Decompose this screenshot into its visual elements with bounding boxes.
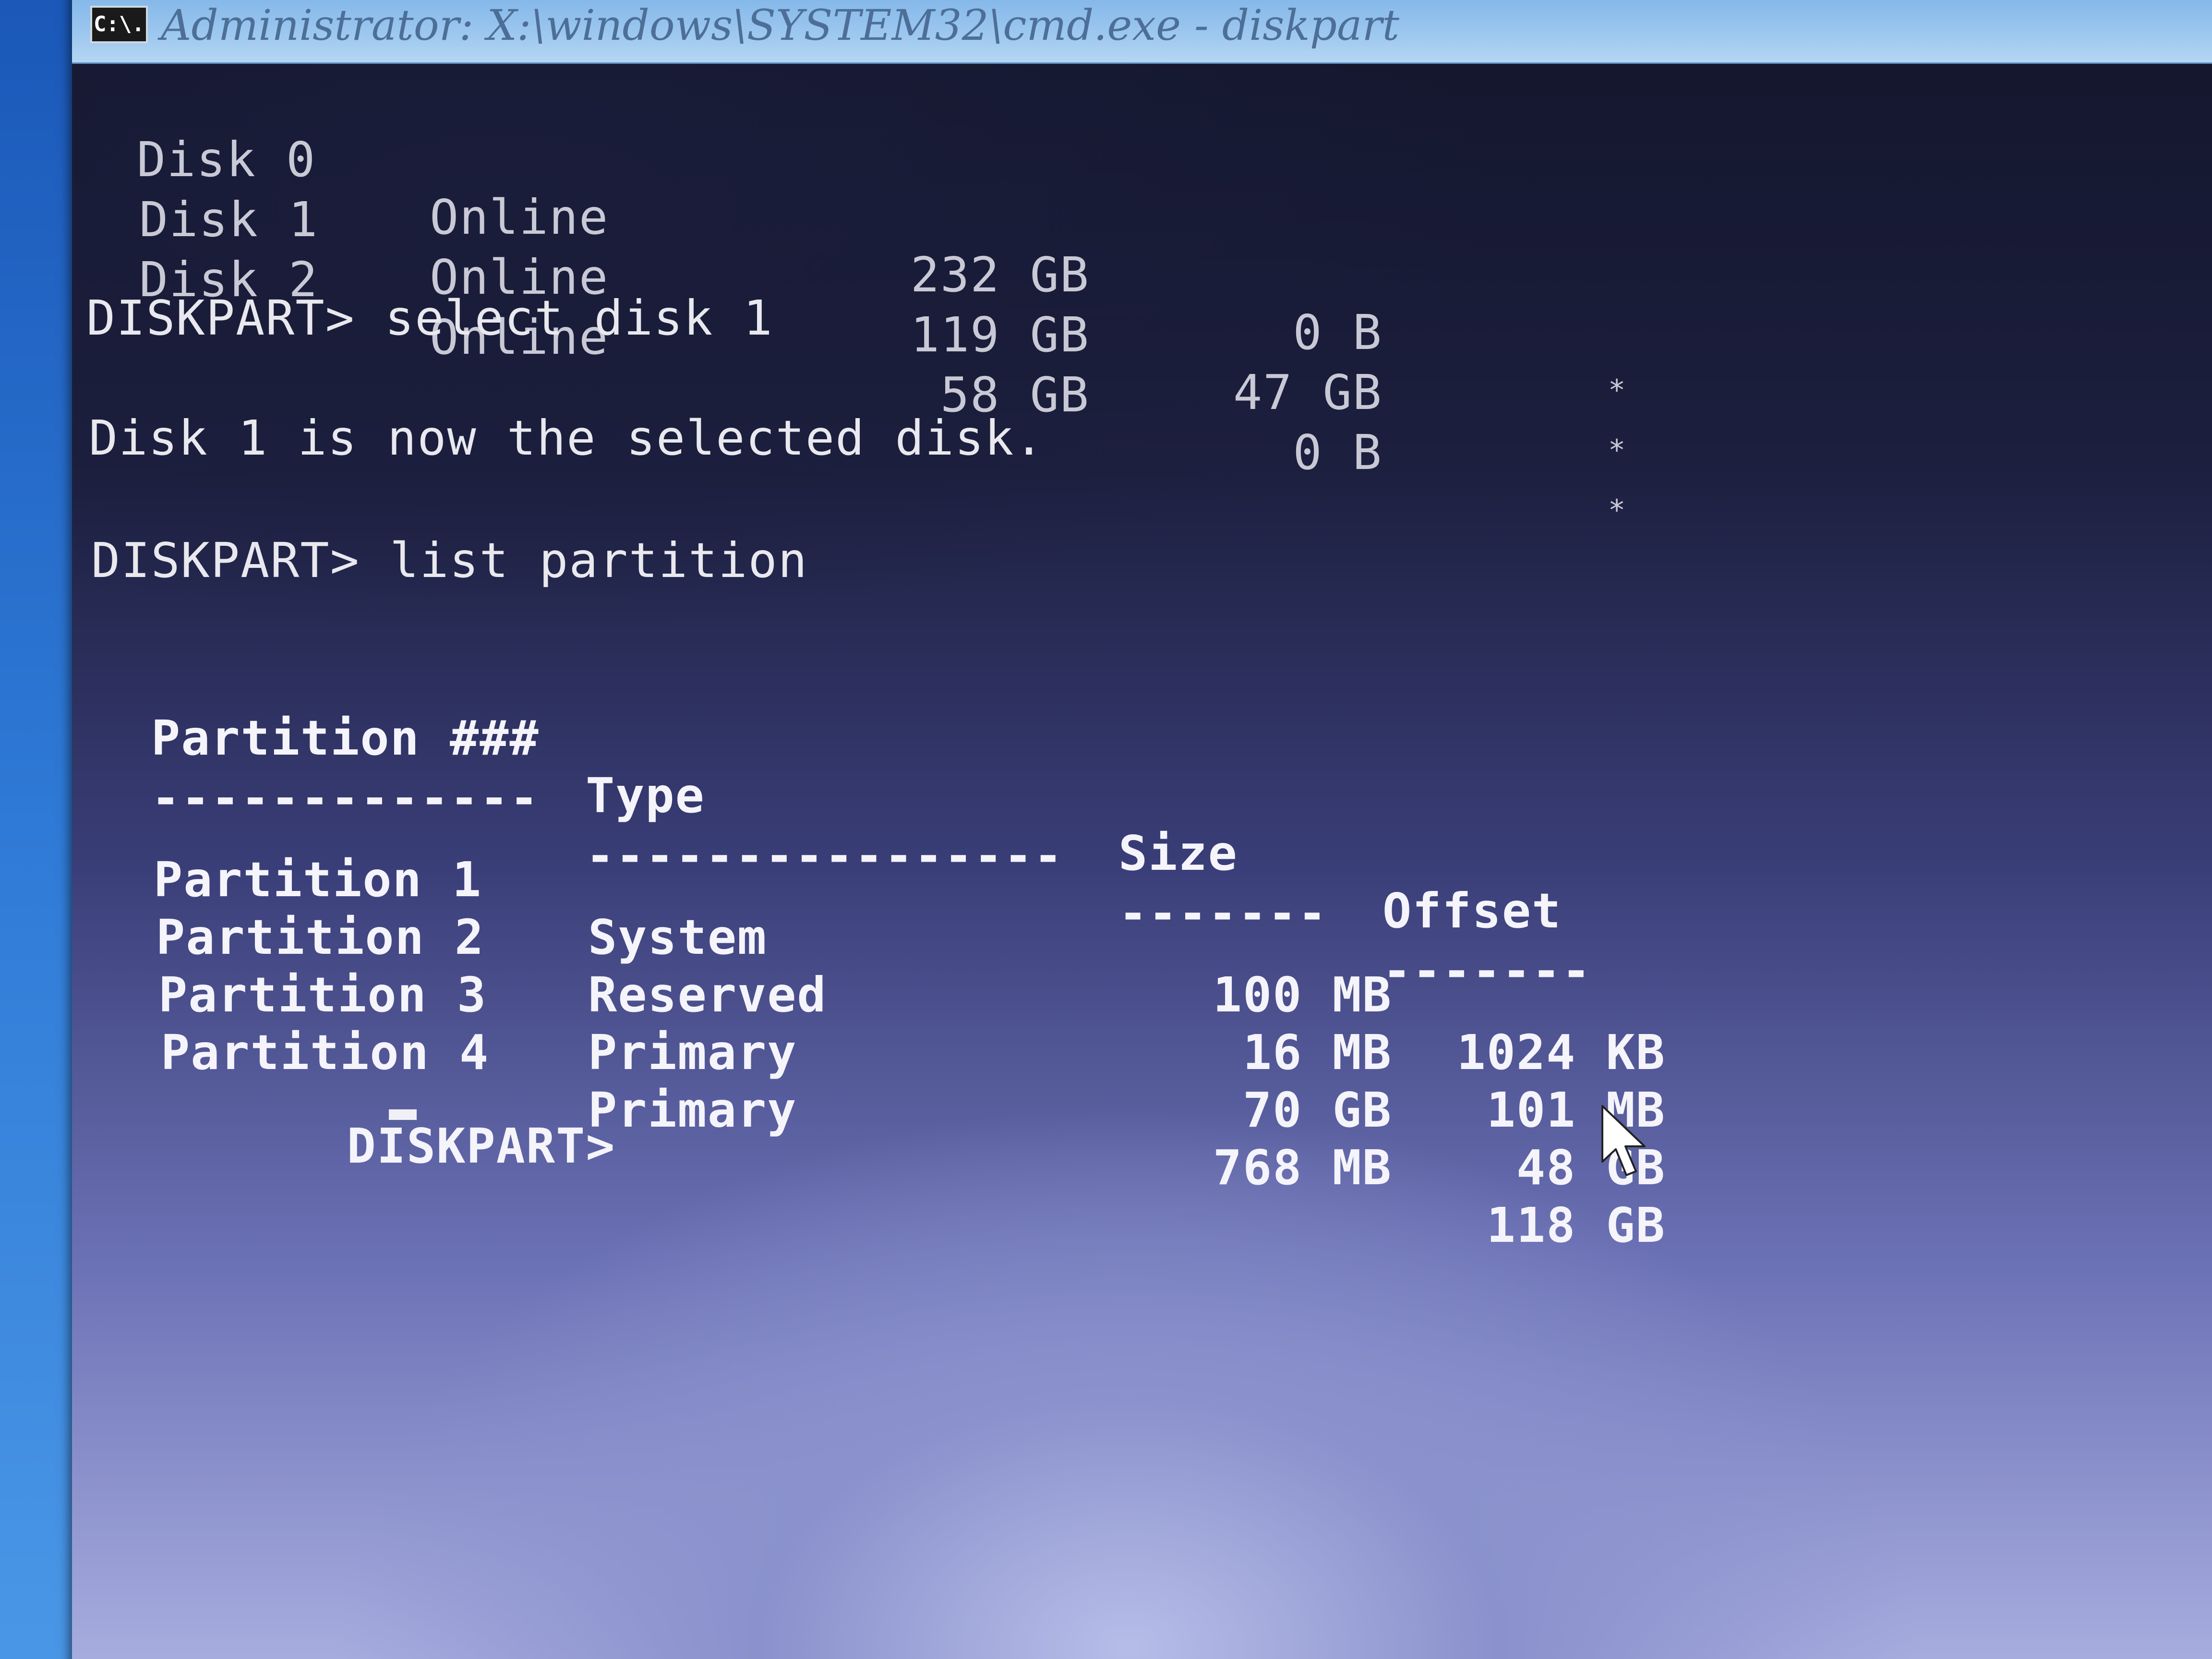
title-bar[interactable]: C:\. Administrator: X:\windows\SYSTEM32\…: [72, 0, 2212, 64]
disk-gpt: *: [1608, 373, 1627, 407]
separator: -------: [1118, 885, 1328, 941]
partition-size: 100 MB: [1213, 967, 1392, 1023]
text-cursor: [389, 1109, 417, 1120]
partition-type: System: [588, 909, 768, 965]
cmd-window[interactable]: C:\. Administrator: X:\windows\SYSTEM32\…: [72, 0, 2212, 1659]
cmd-icon[interactable]: C:\.: [90, 6, 148, 43]
partition-size: 70 GB: [1242, 1082, 1392, 1138]
command-prompt[interactable]: DISKPART>: [108, 1060, 646, 1233]
command-line: DISKPART> select disk 1: [86, 290, 773, 346]
partition-size: 16 MB: [1242, 1024, 1392, 1081]
disk-gpt: *: [1608, 433, 1627, 467]
partition-offset: 118 GB: [1486, 1197, 1666, 1253]
col-type: Type: [586, 768, 705, 824]
prompt-text: DISKPART>: [347, 1118, 646, 1174]
disk-gpt: *: [1608, 493, 1627, 527]
partition-type: Reserved: [588, 967, 827, 1023]
disk-free: 0 B: [1293, 424, 1382, 481]
output-message: Disk 1 is now the selected disk.: [89, 410, 1045, 466]
disk-status: Online: [430, 189, 609, 245]
disk-size: 119 GB: [910, 307, 1090, 363]
separator: ----------------: [586, 828, 1064, 884]
disk-free: 0 B: [1293, 304, 1382, 361]
screen: C:\. Administrator: X:\windows\SYSTEM32\…: [0, 0, 2212, 1659]
partition-size: 768 MB: [1213, 1140, 1392, 1196]
separator: -------: [1382, 943, 1592, 999]
partition-offset: 1024 KB: [1456, 1024, 1666, 1081]
disk-free: 47 GB: [1233, 364, 1382, 421]
col-size: Size: [1118, 825, 1238, 881]
mouse-pointer-icon: [1599, 1104, 1656, 1181]
window-title: Administrator: X:\windows\SYSTEM32\cmd.e…: [161, 0, 1399, 50]
command-line: DISKPART> list partition: [91, 532, 808, 589]
console-output[interactable]: Disk 0 Online 232 GB 0 B * Disk 1 Online…: [72, 64, 2212, 1659]
col-offset: Offset: [1382, 883, 1562, 939]
disk-size: 232 GB: [910, 247, 1090, 303]
